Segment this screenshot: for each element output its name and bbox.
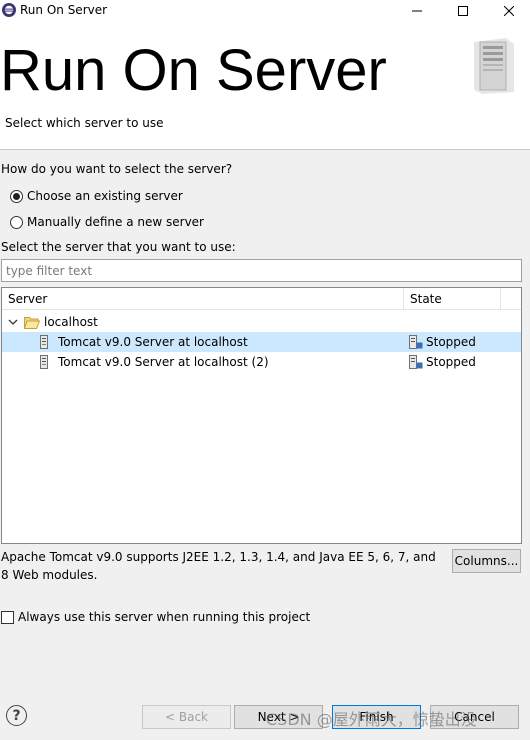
wizard-header: Run On Server Select which server to use xyxy=(0,22,530,150)
stopped-server-icon xyxy=(409,355,423,369)
server-tower-icon xyxy=(466,36,522,96)
server-row-1[interactable]: Tomcat v9.0 Server at localhost xyxy=(40,332,248,352)
chevron-down-icon[interactable] xyxy=(8,317,20,327)
tree-header: Server State xyxy=(2,288,521,310)
page-subtitle: Select which server to use xyxy=(5,116,164,130)
tree-group-label: localhost xyxy=(44,315,98,329)
columns-button[interactable]: Columns... xyxy=(452,549,521,573)
column-header-state[interactable]: State xyxy=(404,288,501,310)
back-button[interactable]: < Back xyxy=(142,705,231,729)
always-use-checkbox-row[interactable]: Always use this server when running this… xyxy=(1,608,310,626)
maximize-icon[interactable] xyxy=(440,0,486,22)
radio-existing-label: Choose an existing server xyxy=(27,189,183,203)
help-icon[interactable]: ? xyxy=(6,705,27,726)
radio-manual-label: Manually define a new server xyxy=(27,215,204,229)
server-list-prompt: Select the server that you want to use: xyxy=(1,240,236,254)
server-name: Tomcat v9.0 Server at localhost xyxy=(58,335,248,349)
server-name: Tomcat v9.0 Server at localhost (2) xyxy=(58,355,269,369)
page-title: Run On Server xyxy=(0,38,387,103)
radio-button[interactable] xyxy=(10,215,23,229)
folder-open-icon xyxy=(24,316,40,329)
filter-input[interactable] xyxy=(1,259,522,282)
server-state-2: Stopped xyxy=(406,352,476,372)
server-state-1: Stopped xyxy=(406,332,476,352)
always-use-checkbox[interactable] xyxy=(1,610,14,624)
server-row-2[interactable]: Tomcat v9.0 Server at localhost (2) xyxy=(40,352,269,372)
radio-existing-server[interactable]: Choose an existing server xyxy=(10,187,183,205)
server-icon xyxy=(40,355,48,369)
eclipse-icon xyxy=(1,2,17,18)
selection-question: How do you want to select the server? xyxy=(1,162,233,176)
tree-group-localhost[interactable]: localhost xyxy=(8,312,98,332)
radio-manual-server[interactable]: Manually define a new server xyxy=(10,213,204,231)
server-icon xyxy=(40,335,48,349)
server-tree[interactable]: Server State localhost Tomcat v9.0 Serve… xyxy=(1,287,522,544)
title-bar: Run On Server xyxy=(0,0,530,22)
finish-button[interactable]: Finish xyxy=(332,705,421,729)
always-use-label: Always use this server when running this… xyxy=(18,610,311,624)
state-label: Stopped xyxy=(426,335,476,349)
radio-button[interactable] xyxy=(10,189,23,203)
cancel-button[interactable]: Cancel xyxy=(430,705,519,729)
window-title: Run On Server xyxy=(20,3,108,17)
stopped-server-icon xyxy=(409,335,423,349)
close-icon[interactable] xyxy=(486,0,530,22)
next-button[interactable]: Next > xyxy=(234,705,323,729)
server-description: Apache Tomcat v9.0 supports J2EE 1.2, 1.… xyxy=(1,550,436,582)
column-header-server[interactable]: Server xyxy=(2,288,404,310)
minimize-icon[interactable] xyxy=(394,0,440,22)
state-label: Stopped xyxy=(426,355,476,369)
